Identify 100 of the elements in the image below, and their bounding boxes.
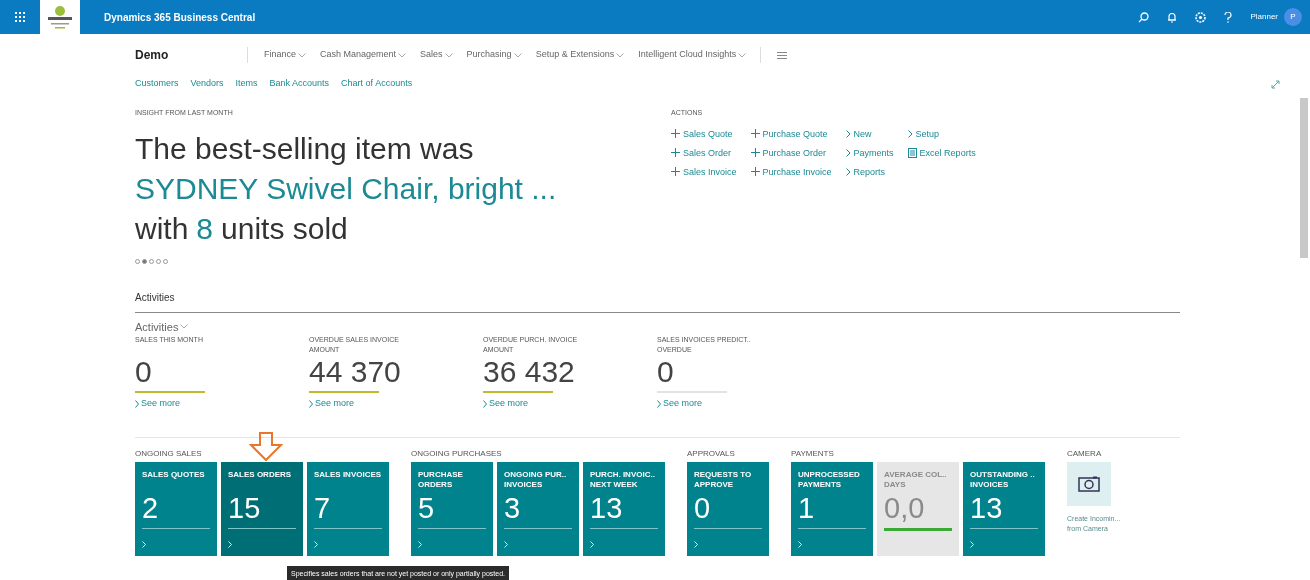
tile-group-title: APPROVALS (687, 447, 736, 460)
plus-icon (671, 167, 680, 176)
see-more-link[interactable]: See more (483, 397, 657, 411)
count-tile[interactable]: SALES ORDERS 15 (221, 461, 303, 556)
count-link[interactable]: 8 (196, 208, 214, 249)
nav-link[interactable]: Bank Accounts (269, 77, 330, 91)
waffle-icon (15, 12, 25, 22)
action-link[interactable]: Sales Order (671, 145, 737, 160)
tile-count: 7 (314, 491, 332, 524)
action-link[interactable]: Purchase Quote (750, 126, 832, 141)
tile-count: 5 (418, 491, 436, 524)
count-tile[interactable]: SALES QUOTES 2 (135, 461, 217, 556)
chevron-right-icon (418, 540, 422, 548)
chevron-down-icon (738, 52, 747, 58)
action-link[interactable]: Purchase Invoice (750, 164, 832, 179)
nav-menu[interactable]: Sales (420, 48, 453, 62)
chevron-right-icon (142, 540, 146, 548)
count-tile[interactable]: ONGOING PUR.. INVOICES 3 (497, 461, 579, 556)
tile-count: 13 (970, 491, 1004, 524)
action-link[interactable]: Excel Reports (907, 145, 976, 160)
sheet-icon (907, 147, 917, 158)
insight-text: units sold (221, 210, 348, 247)
see-more-link[interactable]: See more (657, 397, 831, 411)
chevron-down-icon (398, 52, 407, 58)
nav-menu[interactable]: Cash Management (320, 48, 407, 62)
chevron-right-icon (845, 129, 851, 138)
tile-title: OUTSTANDING .. INVOICES (970, 469, 1036, 491)
nav-link[interactable]: Items (235, 77, 258, 91)
chevron-right-icon (483, 399, 487, 408)
chevron-right-icon (694, 540, 698, 548)
cue-value[interactable]: 0 (657, 355, 831, 389)
cue-value[interactable]: 36 432 (483, 355, 657, 389)
count-tile[interactable]: PURCHASE ORDERS 5 (411, 461, 493, 556)
settings-icon[interactable] (1195, 11, 1207, 23)
tile-title: SALES QUOTES (142, 469, 206, 481)
scrollbar-thumb[interactable] (1300, 98, 1308, 258)
count-tile[interactable]: AVERAGE COL.. DAYS 0,0 (877, 461, 959, 556)
tile-count: 0 (694, 491, 712, 524)
action-link[interactable]: New (845, 126, 894, 141)
count-tile[interactable]: OUTSTANDING .. INVOICES 13 (963, 461, 1045, 556)
chevron-right-icon (590, 540, 594, 548)
item-link[interactable]: SYDNEY Swivel Chair, bright ... (135, 168, 671, 209)
company-logo (45, 4, 75, 30)
action-link[interactable]: Sales Invoice (671, 164, 737, 179)
insight-text: The best-selling item was (135, 130, 475, 167)
camera-icon (1078, 475, 1100, 492)
search-icon[interactable] (1138, 11, 1150, 23)
tile-title: REQUESTS TO APPROVE (694, 469, 753, 491)
bell-icon[interactable] (1167, 11, 1178, 23)
nav-link[interactable]: Customers (135, 77, 179, 91)
plus-icon (750, 148, 760, 157)
nav-menu[interactable]: Setup & Extensions (535, 48, 625, 62)
chevron-down-icon (444, 52, 453, 58)
action-link[interactable]: Payments (845, 145, 894, 160)
chevron-right-icon (135, 399, 139, 408)
plus-icon (750, 129, 760, 138)
see-more-link[interactable]: See more (309, 397, 483, 411)
insight-text: with (135, 210, 189, 247)
user-name: Planner (1250, 11, 1278, 23)
help-icon[interactable] (1224, 11, 1233, 23)
chevron-right-icon (314, 540, 318, 548)
action-link[interactable]: Setup (907, 126, 976, 141)
count-tile[interactable]: UNPROCESSED PAYMENTS 1 (791, 461, 873, 556)
count-tile[interactable]: PURCH. INVOIC.. NEXT WEEK 13 (583, 461, 665, 556)
nav-link[interactable]: Chart of Accounts (341, 77, 413, 91)
action-link[interactable]: Reports (845, 164, 894, 179)
chevron-right-icon (657, 399, 661, 408)
action-link[interactable]: Sales Quote (671, 126, 737, 141)
tile-count: 15 (228, 491, 262, 524)
tile-title: UNPROCESSED PAYMENTS (798, 469, 861, 491)
nav-menu[interactable]: Purchasing (466, 48, 522, 62)
activities-group-header[interactable]: Activities (135, 318, 189, 335)
chevron-right-icon (970, 540, 974, 548)
menu-icon[interactable] (777, 51, 788, 59)
see-more-link[interactable]: See more (135, 397, 309, 411)
camera-tile[interactable] (1067, 461, 1111, 506)
tile-title: PURCH. INVOIC.. NEXT WEEK (590, 469, 656, 491)
down-arrow-drawing (248, 432, 284, 462)
plus-icon (671, 129, 680, 138)
count-tile[interactable]: REQUESTS TO APPROVE 0 (687, 461, 769, 556)
tile-group-title: ONGOING SALES (135, 447, 203, 460)
expand-icon[interactable] (1271, 79, 1280, 89)
nav-link[interactable]: Vendors (190, 77, 224, 91)
cue-value[interactable]: 0 (135, 355, 309, 389)
user-avatar[interactable]: P (1284, 8, 1302, 26)
tile-title: ONGOING PUR.. INVOICES (504, 469, 568, 491)
chevron-right-icon (907, 129, 913, 138)
action-link[interactable]: Purchase Order (750, 145, 832, 160)
cue-value[interactable]: 44 370 (309, 355, 483, 389)
tile-count: 2 (142, 491, 160, 524)
tile-group-title: CAMERA (1067, 447, 1103, 460)
count-tile[interactable]: SALES INVOICES 7 (307, 461, 389, 556)
chevron-right-icon (845, 167, 851, 176)
chevron-right-icon (798, 540, 802, 548)
nav-menu[interactable]: Finance (264, 48, 307, 62)
nav-menu[interactable]: Intelligent Cloud Insights (638, 48, 747, 62)
chevron-right-icon (228, 540, 232, 548)
chevron-right-icon (309, 399, 313, 408)
tile-count: 1 (798, 491, 816, 524)
chevron-down-icon (298, 52, 307, 58)
